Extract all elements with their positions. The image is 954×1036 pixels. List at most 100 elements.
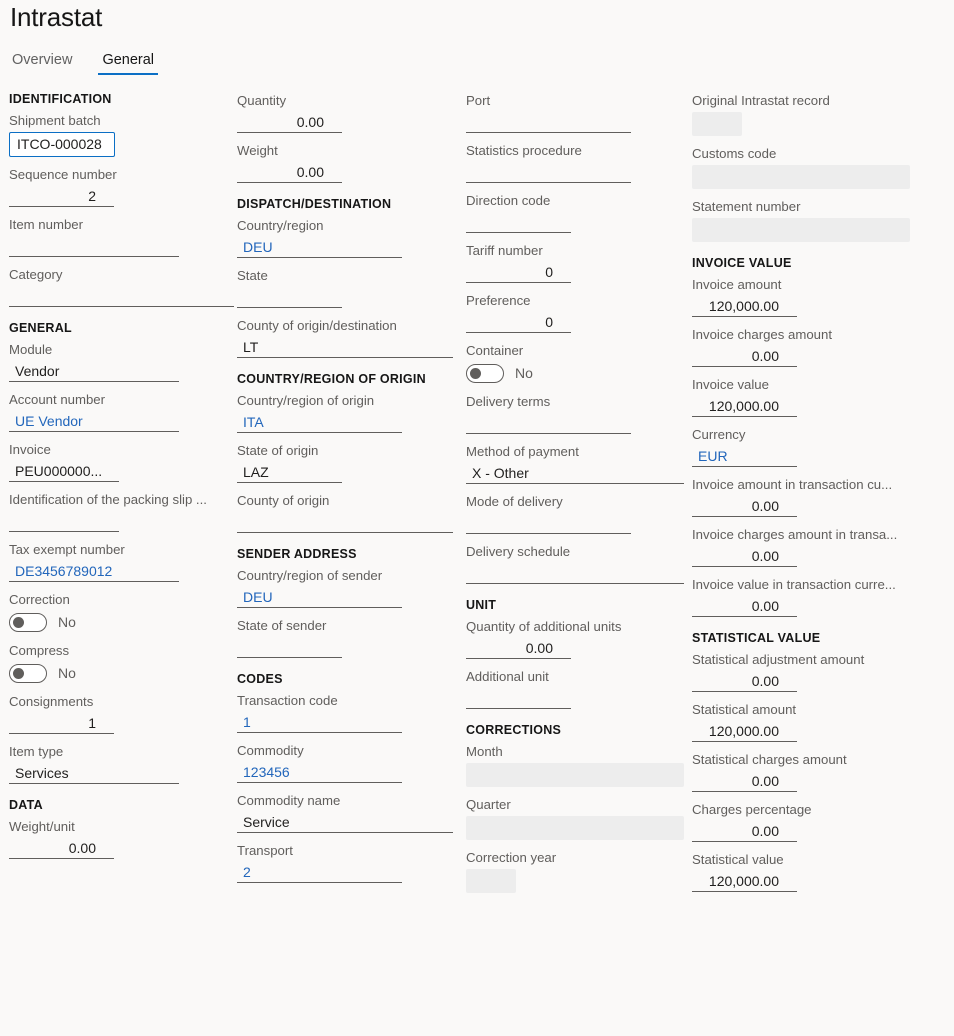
correction-toggle-value: No xyxy=(58,614,76,630)
tab-general[interactable]: General xyxy=(98,50,158,75)
commodity-label: Commodity xyxy=(237,743,304,758)
weight-unit-label: Weight/unit xyxy=(9,819,75,834)
country-region-sender-input[interactable]: DEU xyxy=(237,587,402,608)
section-header-data: DATA xyxy=(9,798,43,812)
tax-exempt-number-input[interactable]: DE3456789012 xyxy=(9,561,179,582)
currency-input[interactable]: EUR xyxy=(692,446,797,467)
field-category: Category xyxy=(9,266,234,307)
shipment-batch-input[interactable]: ITCO-000028 xyxy=(9,132,115,157)
item-type-input[interactable]: Services xyxy=(9,763,179,784)
invoice-amount-transaction-currency-input[interactable]: 0.00 xyxy=(692,496,797,517)
section-header-invoice-value: INVOICE VALUE xyxy=(692,256,792,270)
county-of-origin-label: County of origin xyxy=(237,493,330,508)
charges-percentage-input[interactable]: 0.00 xyxy=(692,821,797,842)
statistical-charges-amount-input[interactable]: 0.00 xyxy=(692,771,797,792)
county-of-origin-input[interactable] xyxy=(237,512,453,533)
correction-toggle[interactable] xyxy=(9,612,47,632)
country-region-input[interactable]: DEU xyxy=(237,237,402,258)
invoice-charges-transaction-currency-input[interactable]: 0.00 xyxy=(692,546,797,567)
shipment-batch-label: Shipment batch xyxy=(9,113,101,128)
invoice-charges-amount-label: Invoice charges amount xyxy=(692,327,833,342)
preference-input[interactable]: 0 xyxy=(466,312,571,333)
field-currency: Currency EUR xyxy=(692,426,954,467)
method-of-payment-input[interactable]: X - Other xyxy=(466,463,684,484)
statistical-value-input[interactable]: 120,000.00 xyxy=(692,871,797,892)
field-invoice-charges-transaction-currency: Invoice charges amount in transa... 0.00 xyxy=(692,526,954,567)
tab-overview[interactable]: Overview xyxy=(8,50,76,75)
field-statistical-adjustment-amount: Statistical adjustment amount 0.00 xyxy=(692,651,954,692)
field-direction-code: Direction code xyxy=(466,192,686,233)
account-number-label: Account number xyxy=(9,392,106,407)
weight-unit-input[interactable]: 0.00 xyxy=(9,838,114,859)
correction-year-label: Correction year xyxy=(466,850,557,865)
statistical-amount-input[interactable]: 120,000.00 xyxy=(692,721,797,742)
state-of-origin-input[interactable]: LAZ xyxy=(237,462,342,483)
invoice-value-input[interactable]: 120,000.00 xyxy=(692,396,797,417)
state-of-sender-input[interactable] xyxy=(237,637,342,658)
container-toggle[interactable] xyxy=(466,363,504,383)
quantity-additional-units-label: Quantity of additional units xyxy=(466,619,622,634)
statistical-adjustment-amount-label: Statistical adjustment amount xyxy=(692,652,865,667)
field-country-region-origin: Country/region of origin ITA xyxy=(237,392,458,433)
field-mode-of-delivery: Mode of delivery xyxy=(466,493,686,534)
container-toggle-value: No xyxy=(515,365,533,381)
country-region-label: Country/region xyxy=(237,218,324,233)
delivery-terms-input[interactable] xyxy=(466,413,631,434)
county-origin-destination-input[interactable]: LT xyxy=(237,337,453,358)
country-region-origin-label: Country/region of origin xyxy=(237,393,375,408)
sequence-number-input[interactable]: 2 xyxy=(9,186,114,207)
country-region-origin-input[interactable]: ITA xyxy=(237,412,402,433)
invoice-value-transaction-currency-input[interactable]: 0.00 xyxy=(692,596,797,617)
weight-input[interactable]: 0.00 xyxy=(237,162,342,183)
item-number-label: Item number xyxy=(9,217,84,232)
invoice-value-label: Invoice value xyxy=(692,377,769,392)
compress-toggle[interactable] xyxy=(9,663,47,683)
field-invoice: Invoice PEU000000... xyxy=(9,441,230,482)
transaction-code-input[interactable]: 1 xyxy=(237,712,402,733)
field-quantity-additional-units: Quantity of additional units 0.00 xyxy=(466,618,686,659)
preference-label: Preference xyxy=(466,293,531,308)
statistical-adjustment-amount-input[interactable]: 0.00 xyxy=(692,671,797,692)
delivery-schedule-input[interactable] xyxy=(466,563,684,584)
mode-of-delivery-input[interactable] xyxy=(466,513,631,534)
additional-unit-input[interactable] xyxy=(466,688,571,709)
quantity-additional-units-input[interactable]: 0.00 xyxy=(466,638,571,659)
transport-input[interactable]: 2 xyxy=(237,862,402,883)
statistics-procedure-input[interactable] xyxy=(466,162,631,183)
invoice-input[interactable]: PEU000000... xyxy=(9,461,119,482)
category-input[interactable] xyxy=(9,286,234,307)
state-input[interactable] xyxy=(237,287,342,308)
account-number-input[interactable]: UE Vendor xyxy=(9,411,179,432)
field-preference: Preference 0 xyxy=(466,292,686,333)
transport-label: Transport xyxy=(237,843,293,858)
commodity-input[interactable]: 123456 xyxy=(237,762,402,783)
packing-slip-label: Identification of the packing slip ... xyxy=(9,492,207,507)
invoice-amount-input[interactable]: 120,000.00 xyxy=(692,296,797,317)
sequence-number-label: Sequence number xyxy=(9,167,117,182)
direction-code-input[interactable] xyxy=(466,212,571,233)
consignments-input[interactable]: 1 xyxy=(9,713,114,734)
statistical-charges-amount-label: Statistical charges amount xyxy=(692,752,847,767)
field-country-region: Country/region DEU xyxy=(237,217,458,258)
field-tariff-number: Tariff number 0 xyxy=(466,242,686,283)
item-type-label: Item type xyxy=(9,744,64,759)
commodity-name-input[interactable]: Service xyxy=(237,812,453,833)
invoice-charges-amount-input[interactable]: 0.00 xyxy=(692,346,797,367)
invoice-value-transaction-currency-label: Invoice value in transaction curre... xyxy=(692,577,896,592)
field-statement-number: Statement number xyxy=(692,198,954,242)
field-method-of-payment: Method of payment X - Other xyxy=(466,443,686,484)
tariff-number-input[interactable]: 0 xyxy=(466,262,571,283)
statement-number-label: Statement number xyxy=(692,199,801,214)
consignments-label: Consignments xyxy=(9,694,94,709)
quantity-input[interactable]: 0.00 xyxy=(237,112,342,133)
invoice-charges-transaction-currency-label: Invoice charges amount in transa... xyxy=(692,527,898,542)
quarter-label: Quarter xyxy=(466,797,511,812)
item-number-input[interactable] xyxy=(9,236,179,257)
toggle-knob-icon xyxy=(470,367,481,379)
section-header-identification: IDENTIFICATION xyxy=(9,92,112,106)
port-input[interactable] xyxy=(466,112,631,133)
tax-exempt-number-label: Tax exempt number xyxy=(9,542,125,557)
packing-slip-input[interactable] xyxy=(9,511,119,532)
correction-year-input xyxy=(466,869,516,893)
module-input[interactable]: Vendor xyxy=(9,361,179,382)
